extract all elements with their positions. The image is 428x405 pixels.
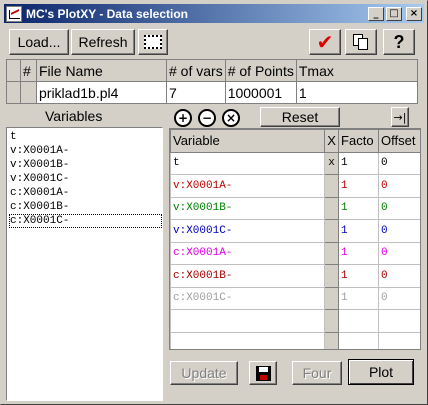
- selection-header-row: Variable X Facto Offset: [170, 129, 420, 153]
- table-row[interactable]: c:X0001A- 1 0: [170, 241, 420, 265]
- floppy-disk-icon: [255, 365, 271, 381]
- column-header-factor: Facto: [338, 129, 380, 153]
- files-header-row: # File Name # of vars # of Points Tmax: [6, 59, 419, 82]
- cell-variable[interactable]: c:X0001A-: [170, 241, 326, 265]
- list-item[interactable]: c:X0001B-: [9, 200, 162, 214]
- column-header-variable: Variable: [170, 129, 326, 153]
- x-circle-icon: ×: [222, 109, 240, 127]
- copy-button[interactable]: [345, 29, 377, 55]
- cell-factor[interactable]: 1: [338, 151, 380, 175]
- column-header-points: # of Points: [224, 59, 297, 82]
- variables-list[interactable]: t v:X0001A- v:X0001B- v:X0001C- c:X0001A…: [6, 127, 163, 401]
- cell-x[interactable]: x: [324, 151, 340, 175]
- cell-offset[interactable]: 0: [378, 264, 420, 288]
- column-header-vars: # of vars: [166, 59, 226, 82]
- cell-variable[interactable]: c:X0001C-: [170, 286, 326, 310]
- cell-offset[interactable]: 0: [378, 151, 420, 175]
- checkmark-icon: ✔: [316, 30, 334, 54]
- cell-file-name[interactable]: priklad1b.pl4: [36, 81, 167, 104]
- cell-offset[interactable]: 0: [378, 196, 420, 220]
- row-indicator-header: [6, 59, 21, 82]
- clear-variables-button[interactable]: ×: [220, 107, 242, 129]
- plotxy-app-icon: [6, 5, 22, 22]
- cell-x[interactable]: [324, 196, 340, 220]
- close-button[interactable]: ×: [406, 6, 422, 21]
- cell-variable[interactable]: v:X0001A-: [170, 174, 326, 198]
- cell-factor[interactable]: 1: [338, 264, 380, 288]
- cell-variable[interactable]: c:X0001B-: [170, 264, 326, 288]
- copy-pages-icon: [353, 34, 369, 50]
- cell-offset[interactable]: 0: [378, 174, 420, 198]
- table-row[interactable]: c:X0001C- 1 0: [170, 286, 420, 310]
- column-header-offset: Offset: [378, 129, 420, 153]
- plot-button[interactable]: Plot: [348, 359, 414, 385]
- cell-factor[interactable]: 1: [338, 286, 380, 310]
- list-item-selected[interactable]: c:X0001C-: [9, 214, 162, 228]
- cell-tmax: 1: [295, 81, 419, 104]
- data-selection-window: MC's PlotXY - Data selection _ □ × Load.…: [0, 0, 428, 405]
- dotted-rectangle-icon: [144, 35, 162, 49]
- list-item[interactable]: v:X0001C-: [9, 172, 162, 186]
- cell-offset[interactable]: 0: [378, 286, 420, 310]
- cell-x[interactable]: [324, 264, 340, 288]
- select-range-button[interactable]: [138, 29, 168, 55]
- cell-factor[interactable]: 1: [338, 174, 380, 198]
- cell-factor[interactable]: 1: [338, 196, 380, 220]
- table-row[interactable]: v:X0001A- 1 0: [170, 174, 420, 198]
- fourier-button[interactable]: Four: [292, 361, 342, 385]
- cell-factor[interactable]: 1: [338, 219, 380, 243]
- table-row-empty[interactable]: [170, 309, 420, 333]
- minimize-button[interactable]: _: [368, 6, 384, 21]
- list-item[interactable]: v:X0001B-: [9, 158, 162, 172]
- cell-factor[interactable]: 1: [338, 241, 380, 265]
- column-header-file-name: File Name: [36, 59, 167, 82]
- selected-variables-grid: Variable X Facto Offset t x 1 0 v:X0001A…: [169, 128, 421, 350]
- cell-offset[interactable]: 0: [378, 219, 420, 243]
- files-table: # File Name # of vars # of Points Tmax p…: [6, 59, 419, 104]
- plus-circle-icon: +: [174, 109, 192, 127]
- minus-circle-icon: −: [198, 109, 216, 127]
- reset-button[interactable]: Reset: [260, 107, 340, 127]
- remove-variable-button[interactable]: −: [196, 107, 218, 129]
- cell-x[interactable]: [324, 286, 340, 310]
- confirm-button[interactable]: ✔: [309, 29, 341, 55]
- column-header-tmax: Tmax: [295, 59, 419, 82]
- cell-x[interactable]: [324, 219, 340, 243]
- table-row[interactable]: c:X0001B- 1 0: [170, 264, 420, 288]
- list-item[interactable]: t: [9, 130, 162, 144]
- column-header-x: X: [324, 129, 340, 153]
- column-width-button[interactable]: →|: [391, 107, 409, 127]
- cell-x[interactable]: [324, 174, 340, 198]
- column-header-num: #: [20, 59, 37, 82]
- maximize-button[interactable]: □: [386, 6, 402, 21]
- table-row-empty[interactable]: [170, 331, 420, 349]
- update-button[interactable]: Update: [170, 361, 238, 385]
- cell-num: [20, 81, 37, 104]
- table-row[interactable]: priklad1b.pl4 7 1000001 1: [6, 81, 419, 104]
- cell-variable[interactable]: v:X0001C-: [170, 219, 326, 243]
- save-selection-button[interactable]: [249, 361, 277, 385]
- cell-offset[interactable]: 0: [378, 241, 420, 265]
- variables-heading: Variables: [45, 108, 103, 124]
- table-row[interactable]: t x 1 0: [170, 151, 420, 175]
- list-item[interactable]: c:X0001A-: [9, 186, 162, 200]
- title-bar[interactable]: MC's PlotXY - Data selection _ □ ×: [4, 4, 424, 23]
- refresh-button[interactable]: Refresh: [71, 29, 135, 55]
- help-button[interactable]: ?: [383, 29, 415, 55]
- cell-vars: 7: [166, 81, 226, 104]
- load-button[interactable]: Load...: [9, 29, 69, 55]
- cell-variable[interactable]: v:X0001B-: [170, 196, 326, 220]
- cell-variable[interactable]: t: [170, 151, 326, 175]
- arrow-to-bar-icon: →|: [393, 110, 407, 124]
- add-variable-button[interactable]: +: [172, 107, 194, 129]
- table-row[interactable]: v:X0001B- 1 0: [170, 196, 420, 220]
- cell-points: 1000001: [224, 81, 297, 104]
- table-row[interactable]: v:X0001C- 1 0: [170, 219, 420, 243]
- row-indicator[interactable]: [6, 81, 21, 104]
- cell-x[interactable]: [324, 241, 340, 265]
- window-title: MC's PlotXY - Data selection: [26, 6, 189, 21]
- list-item[interactable]: v:X0001A-: [9, 144, 162, 158]
